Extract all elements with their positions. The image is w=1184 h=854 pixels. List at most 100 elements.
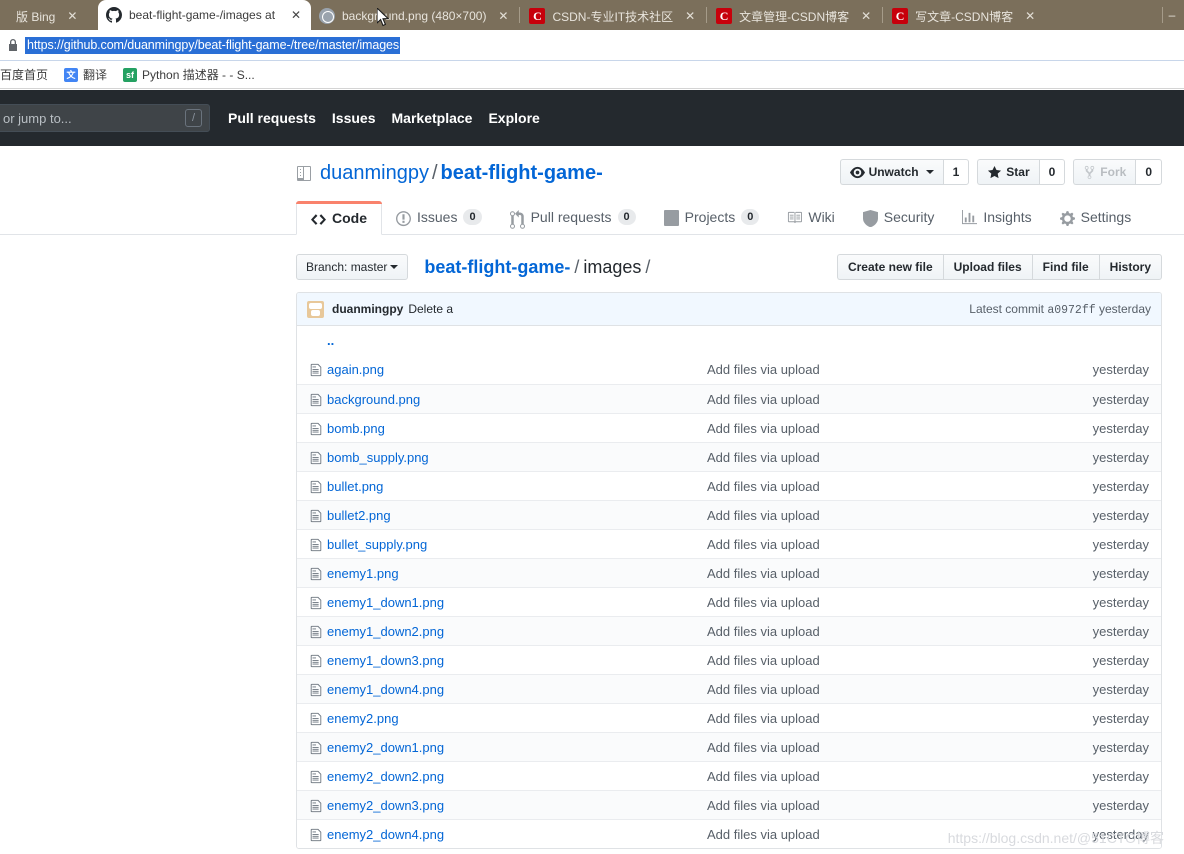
search-placeholder: or jump to... [3, 110, 72, 126]
nav-pull-requests[interactable]: Pull requests [228, 110, 316, 126]
create-new-file-button[interactable]: Create new file [836, 254, 943, 280]
table-row: enemy1_down4.png Add files via upload yest… [297, 674, 1161, 703]
projects-count: 0 [741, 209, 760, 225]
tab-title: background.png (480×700) [342, 9, 487, 23]
tab-projects[interactable]: Projects 0 [650, 200, 774, 234]
file-commit-message[interactable]: Add files via upload [707, 450, 1071, 465]
tab-insights[interactable]: Insights [948, 200, 1045, 234]
file-name-link[interactable]: enemy2_down1.png [327, 740, 707, 755]
bookmark-python-descriptor[interactable]: sf Python 描述器 - - S... [115, 66, 263, 83]
file-name-link[interactable]: enemy1_down2.png [327, 624, 707, 639]
upload-files-button[interactable]: Upload files [942, 254, 1032, 280]
file-commit-message[interactable]: Add files via upload [707, 595, 1071, 610]
shield-icon [862, 209, 878, 227]
bookmark-translate[interactable]: 文 翻译 [56, 66, 115, 83]
tab-close-icon[interactable]: ✕ [496, 9, 510, 23]
minimize-button[interactable]: – [1164, 8, 1180, 22]
star-count[interactable]: 0 [1038, 159, 1066, 185]
tab-close-icon[interactable]: ✕ [1023, 9, 1037, 23]
file-name-link[interactable]: enemy2_down3.png [327, 798, 707, 813]
lock-icon [6, 38, 20, 52]
find-file-button[interactable]: Find file [1031, 254, 1099, 280]
branch-selector-button[interactable]: Branch: master [296, 254, 409, 280]
file-commit-message[interactable]: Add files via upload [707, 653, 1071, 668]
table-row: bomb_supply.png Add files via upload yeste… [297, 442, 1161, 471]
file-name-link[interactable]: bullet.png [327, 479, 707, 494]
url-input[interactable]: https://github.com/duanmingpy/beat-fligh… [25, 36, 1178, 55]
file-name-link[interactable]: background.png [327, 392, 707, 407]
bookmarks-bar: 百度首页 文 翻译 sf Python 描述器 - - S... [0, 61, 1184, 89]
table-row: enemy1_down2.png Add files via upload yest… [297, 616, 1161, 645]
bookmark-baidu[interactable]: 百度首页 [0, 66, 56, 83]
file-name-link[interactable]: enemy2_down4.png [327, 827, 707, 842]
repo-icon [296, 165, 312, 182]
file-name-link[interactable]: enemy1_down1.png [327, 595, 707, 610]
file-commit-message[interactable]: Add files via upload [707, 392, 1071, 407]
file-icon [297, 507, 327, 523]
repo-name-link[interactable]: beat-flight-game- [441, 162, 603, 184]
tab-close-icon[interactable]: ✕ [65, 9, 79, 23]
tab-close-icon[interactable]: ✕ [859, 9, 873, 23]
nav-marketplace[interactable]: Marketplace [392, 110, 473, 126]
tab-code[interactable]: Code [296, 201, 382, 235]
browser-tab-article-manage[interactable]: C 文章管理-CSDN博客 ✕ [708, 2, 881, 30]
file-commit-message[interactable]: Add files via upload [707, 798, 1071, 813]
watch-count[interactable]: 1 [942, 159, 970, 185]
file-name-link[interactable]: enemy2_down2.png [327, 769, 707, 784]
repo-owner-link[interactable]: duanmingpy [320, 162, 429, 184]
file-icon [297, 536, 327, 552]
file-name-link[interactable]: enemy1_down3.png [327, 653, 707, 668]
fork-button[interactable]: Fork [1073, 159, 1136, 185]
file-name-link[interactable]: enemy2.png [327, 711, 707, 726]
file-name-link[interactable]: enemy1_down4.png [327, 682, 707, 697]
unwatch-button[interactable]: Unwatch [839, 159, 943, 185]
history-button[interactable]: History [1098, 254, 1162, 280]
tab-close-icon[interactable]: ✕ [683, 9, 697, 23]
file-commit-message[interactable]: Add files via upload [707, 682, 1071, 697]
browser-tab-background-png[interactable]: background.png (480×700) ✕ [311, 2, 518, 30]
csdn-icon: C [892, 8, 909, 24]
file-icon [297, 391, 327, 407]
search-input[interactable]: or jump to... / [0, 104, 210, 132]
tab-wiki[interactable]: Wiki [773, 200, 848, 234]
tab-settings[interactable]: Settings [1046, 200, 1146, 234]
file-commit-message[interactable]: Add files via upload [707, 421, 1071, 436]
page-title: duanmingpy / beat-flight-game- [320, 162, 603, 185]
file-name-link[interactable]: again.png [327, 362, 707, 377]
tab-issues[interactable]: Issues 0 [382, 200, 496, 234]
tab-close-icon[interactable]: ✕ [289, 8, 303, 22]
file-commit-message[interactable]: Add files via upload [707, 479, 1071, 494]
nav-issues[interactable]: Issues [332, 110, 376, 126]
browser-tab-csdn-community[interactable]: C CSDN-专业IT技术社区 ✕ [521, 2, 705, 30]
address-bar[interactable]: https://github.com/duanmingpy/beat-fligh… [0, 30, 1184, 61]
file-name-link[interactable]: bullet2.png [327, 508, 707, 523]
file-commit-age: yesterday [1092, 797, 1149, 813]
file-name-link[interactable]: bullet_supply.png [327, 537, 707, 552]
file-commit-message[interactable]: Add files via upload [707, 740, 1071, 755]
commit-message[interactable]: Delete a [408, 302, 453, 316]
file-commit-message[interactable]: Add files via upload [707, 537, 1071, 552]
star-button[interactable]: Star [977, 159, 1039, 185]
file-commit-message[interactable]: Add files via upload [707, 769, 1071, 784]
file-commit-message[interactable]: Add files via upload [707, 566, 1071, 581]
breadcrumb-repo-link[interactable]: beat-flight-game- [424, 257, 570, 277]
browser-tab-bing[interactable]: 版 Bing ✕ [0, 2, 98, 30]
browser-tab-github[interactable]: beat-flight-game-/images at mas ✕ [98, 0, 311, 30]
file-commit-message[interactable]: Add files via upload [707, 508, 1071, 523]
file-name-link[interactable]: enemy1.png [327, 566, 707, 581]
commit-author[interactable]: duanmingpy [332, 302, 403, 316]
file-commit-age: yesterday [1092, 449, 1149, 465]
tab-pull-requests[interactable]: Pull requests 0 [496, 200, 650, 234]
file-commit-message[interactable]: Add files via upload [707, 362, 1071, 377]
nav-explore[interactable]: Explore [488, 110, 539, 126]
file-commit-message[interactable]: Add files via upload [707, 711, 1071, 726]
file-name-link[interactable]: bomb_supply.png [327, 450, 707, 465]
fork-count[interactable]: 0 [1135, 159, 1162, 185]
parent-directory-link[interactable]: .. [297, 326, 1161, 355]
tab-security[interactable]: Security [849, 200, 949, 234]
browser-tab-write-article[interactable]: C 写文章-CSDN博客 ✕ [884, 2, 1045, 30]
file-name-link[interactable]: bomb.png [327, 421, 707, 436]
file-commit-message[interactable]: Add files via upload [707, 624, 1071, 639]
file-commit-message[interactable]: Add files via upload [707, 827, 1071, 842]
commit-sha[interactable]: a0972ff [1047, 304, 1095, 317]
